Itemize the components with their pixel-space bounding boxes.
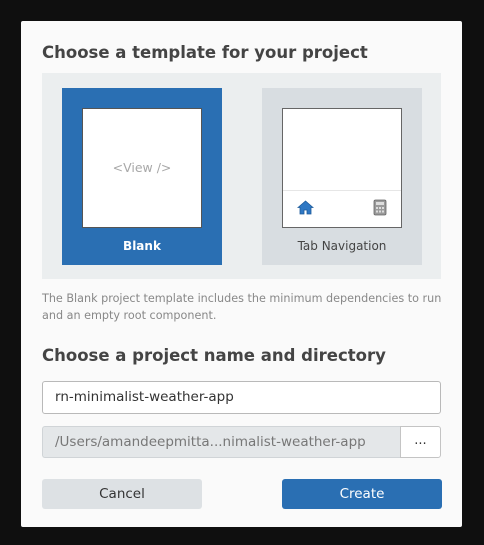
preview-tab-bar bbox=[283, 190, 401, 227]
template-picker: <View /> Blank Tab Navigation bbox=[42, 73, 441, 279]
blank-preview: <View /> bbox=[82, 108, 202, 228]
template-blank-label: Blank bbox=[123, 239, 161, 253]
template-description: The Blank project template includes the … bbox=[42, 292, 442, 322]
browse-directory-button[interactable]: ... bbox=[400, 426, 441, 458]
cancel-button[interactable]: Cancel bbox=[42, 479, 202, 509]
project-name-input[interactable]: rn-minimalist-weather-app bbox=[42, 381, 441, 414]
project-directory-field[interactable]: /Users/amandeepmitta...nimalist-weather-… bbox=[42, 426, 400, 458]
template-tab-navigation-label: Tab Navigation bbox=[297, 239, 387, 253]
calculator-icon bbox=[372, 199, 388, 220]
tab-navigation-preview bbox=[282, 108, 402, 228]
new-project-dialog: Choose a template for your project <View… bbox=[21, 21, 462, 527]
home-icon bbox=[296, 200, 315, 219]
create-button[interactable]: Create bbox=[282, 479, 442, 509]
view-placeholder-text: <View /> bbox=[112, 160, 172, 175]
template-tab-navigation[interactable]: Tab Navigation bbox=[262, 88, 422, 265]
template-heading: Choose a template for your project bbox=[42, 43, 368, 62]
template-blank[interactable]: <View /> Blank bbox=[62, 88, 222, 265]
name-heading: Choose a project name and directory bbox=[42, 346, 386, 365]
